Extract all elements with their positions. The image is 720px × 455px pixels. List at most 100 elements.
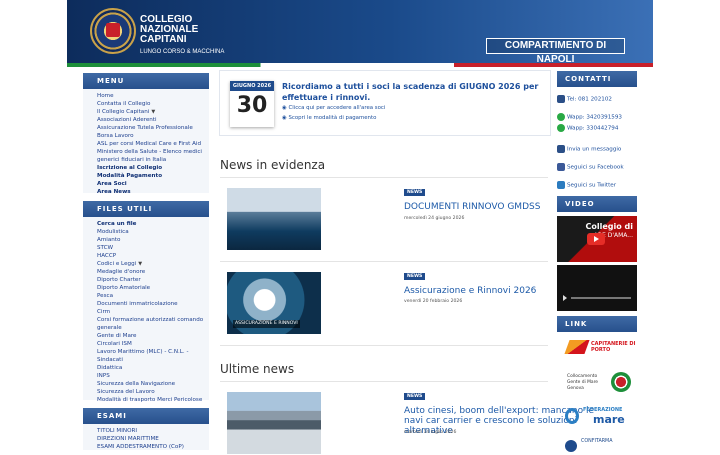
capitanerie-link[interactable]: CAPITANERIE DI PORTO [557,336,637,360]
whatsapp-link-2[interactable]: Wapp: 330442794 [557,124,641,132]
facebook-icon [557,163,565,171]
files-item-corsi[interactable]: Corsi formazione autorizzati comando gen… [97,316,205,332]
menu-item-borsa-lavoro[interactable]: Borsa Lavoro [97,132,205,140]
video-player-1[interactable]: Collegio di ARE D'AMA... [557,216,637,262]
video-progress-bar[interactable] [571,297,631,299]
collocamento-logo [611,372,631,392]
files-item-lavoro[interactable]: Lavoro Marittimo (MLC) - C.N.L. - Sindac… [97,348,205,364]
news-badge: NEWS [404,189,426,196]
facebook-label: Seguici su Facebook [567,164,624,171]
collegio-logo[interactable] [90,8,136,54]
divider [220,261,548,262]
mail-icon [557,145,565,153]
files-item-cirm[interactable]: Cirm [97,308,205,316]
site-header: COLLEGIO NAZIONALE CAPITANI LUNGO CORSO … [67,0,653,67]
menu-item-contatta[interactable]: Contatta il Collegio [97,100,205,108]
files-item-codici[interactable]: Codici e Leggi ▼ [97,260,205,268]
menu-item-ministero[interactable]: Ministero della Salute - Elenco medici g… [97,148,205,164]
files-item-sicurezza-lavoro[interactable]: Sicurezza del Lavoro [97,388,205,396]
files-item-medaglie[interactable]: Medaglie d'onore [97,268,205,276]
twitter-link[interactable]: Seguici su Twitter [557,181,641,189]
play-icon[interactable] [587,233,605,245]
files-item-didattica[interactable]: Didattica [97,364,205,372]
files-box: FILES UTILI Cerca un file Modulistica Am… [83,201,209,403]
divider [220,381,548,382]
files-item-cerca[interactable]: Cerca un file [97,220,205,228]
collocamento-label: Collocamento Gente di Mare Genova [567,374,598,391]
news-image-gmdss[interactable] [227,188,321,250]
whatsapp-link-1[interactable]: Wapp: 3420391593 [557,113,641,121]
menu-item-area-soci[interactable]: Area Soci [97,180,205,188]
chevron-down-icon[interactable]: ▼ [151,109,155,115]
pagamento-link[interactable]: ◉ Scopri le modalità di pagamento [282,115,376,121]
files-item-label: Codici e Leggi [97,261,137,267]
federazione-logo [565,408,579,424]
files-item-modulistica[interactable]: Modulistica [97,228,205,236]
files-item-inps[interactable]: INPS [97,372,205,380]
menu-item-pagamento[interactable]: Modalità Pagamento [97,172,205,180]
files-item-gente-di-mare[interactable]: Gente di Mare [97,332,205,340]
divider [220,345,548,346]
confitarma-logo [565,440,577,452]
menu-item-assicurazione[interactable]: Assicurazione Tutela Professionale [97,124,205,132]
menu-item-asl[interactable]: ASL per corsi Medical Care e First Aid [97,140,205,148]
contatti-title: CONTATTI [557,71,637,87]
tel-link[interactable]: Tel: 081 202102 [557,95,641,103]
news-evidenza-title: News in evidenza [220,158,326,172]
files-item-diporto-amatoriale[interactable]: Diporto Amatoriale [97,284,205,292]
mail-label: Invia un messaggio [567,146,622,153]
collocamento-link[interactable]: Collocamento Gente di Mare Genova [557,370,637,394]
news-date: mercoledì 24 giugno 2026 [404,216,465,221]
files-item-immatricolazione[interactable]: Documenti immatricolazione [97,300,205,308]
menu-item-collegio-capitani[interactable]: Il Collegio Capitani ▼ [97,108,205,116]
capitanerie-logo [564,340,590,354]
esami-item-titoli[interactable]: TITOLI MINORI [97,427,205,435]
files-item-amianto[interactable]: Amianto [97,236,205,244]
info-icon: ◉ [282,105,287,111]
confitarma-link[interactable]: CONFITARMA [557,436,637,452]
video-player-2[interactable] [557,265,637,311]
wapp1-label: Wapp: 3420391593 [567,114,622,121]
federazione-mare-label: mare [593,413,625,426]
area-soci-link[interactable]: ◉ Clicca qui per accedere all'area soci [282,105,385,111]
news-date: martedì 14 luglio 2026 [404,430,457,435]
brand-text[interactable]: COLLEGIO NAZIONALE CAPITANI LUNGO CORSO … [140,15,224,57]
news-image-auto-cinesi[interactable] [227,392,321,454]
compartimento-label: COMPARTIMENTO DI NAPOLI [486,38,625,65]
files-item-sicurezza-nav[interactable]: Sicurezza della Navigazione [97,380,205,388]
news-image-assicurazione[interactable]: ASSICURAZIONE E RINNOVI [227,272,321,334]
menu-item-home[interactable]: Home [97,92,205,100]
phone-icon [557,95,565,103]
files-item-stcw[interactable]: STCW [97,244,205,252]
notice-title: Ricordiamo a tutti i soci la scadenza di… [282,82,539,102]
calendar-day: 30 [236,93,268,118]
whatsapp-icon [557,113,565,121]
image-caption: ASSICURAZIONE E RINNOVI [233,320,300,328]
files-item-haccp[interactable]: HACCP [97,252,205,260]
message-link[interactable]: Invia un messaggio [557,145,641,153]
news-badge: NEWS [404,273,426,280]
twitter-label: Seguici su Twitter [567,182,617,189]
facebook-link[interactable]: Seguici su Facebook [557,163,641,171]
whatsapp-icon [557,124,565,132]
files-item-circolari[interactable]: Circolari ISM [97,340,205,348]
calendar-month: GIUGNO 2026 [230,81,274,91]
brand-line4: LUNGO CORSO & MACCHINA [140,49,225,55]
files-item-pesca[interactable]: Pesca [97,292,205,300]
video-title: VIDEO [557,196,637,212]
files-item-merci[interactable]: Modalità di trasporto Merci Pericolose [97,396,205,404]
menu-item-iscrizione[interactable]: Iscrizione al Collegio [97,164,205,172]
menu-title: MENU [83,73,209,89]
menu-item-area-news[interactable]: Area News [97,188,205,196]
files-item-diporto-charter[interactable]: Diporto Charter [97,276,205,284]
menu-item-associazioni[interactable]: Associazioni Aderenti [97,116,205,124]
federazione-link[interactable]: FEDERAZIONE mare [557,404,637,428]
chevron-down-icon[interactable]: ▼ [138,261,142,267]
video-caption: Collegio di [585,222,634,231]
confitarma-label: CONFITARMA [581,439,613,444]
link-title: LINK [557,316,637,332]
play-icon[interactable] [563,295,567,301]
esami-item-direzioni[interactable]: DIREZIONI MARITTIME [97,435,205,443]
ultime-news-title: Ultime news [220,362,295,376]
page-frame: COLLEGIO NAZIONALE CAPITANI LUNGO CORSO … [67,0,653,454]
